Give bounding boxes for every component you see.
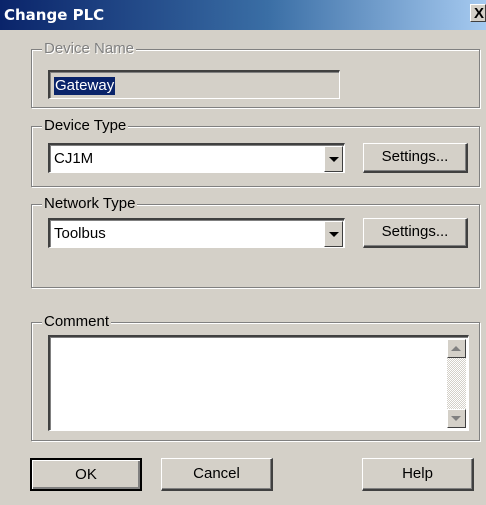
network-type-dropdown-button[interactable] [324, 221, 343, 247]
device-name-group: Device Name Gateway [31, 40, 480, 108]
comment-legend: Comment [42, 313, 112, 331]
ok-button[interactable]: OK [30, 458, 142, 491]
device-name-field[interactable]: Gateway [48, 70, 340, 99]
close-icon: X [474, 5, 485, 22]
device-type-group: Device Type CJ1M Settings... [31, 117, 480, 187]
help-button[interactable]: Help [362, 458, 474, 491]
device-type-value: CJ1M [54, 150, 94, 167]
device-type-legend: Device Type [42, 117, 129, 135]
comment-scrollbar[interactable] [447, 339, 466, 428]
comment-group: Comment [31, 313, 480, 441]
network-type-select[interactable]: Toolbus [48, 218, 345, 248]
network-type-group: Network Type Toolbus Settings... [31, 195, 480, 288]
close-button[interactable]: X [470, 4, 486, 22]
network-type-settings-button[interactable]: Settings... [363, 218, 468, 248]
device-name-value: Gateway [54, 77, 116, 95]
network-type-value: Toolbus [54, 225, 106, 242]
help-label: Help [402, 465, 433, 482]
scroll-up-button[interactable] [447, 339, 466, 358]
device-type-dropdown-button[interactable] [324, 146, 343, 172]
cancel-button[interactable]: Cancel [161, 458, 273, 491]
device-type-settings-label: Settings... [381, 148, 449, 165]
network-type-legend: Network Type [42, 195, 138, 213]
scroll-up-icon [451, 346, 461, 351]
scroll-down-button[interactable] [447, 409, 466, 428]
cancel-label: Cancel [193, 465, 240, 482]
chevron-down-icon [329, 157, 339, 162]
network-type-settings-label: Settings... [381, 223, 449, 240]
device-type-select[interactable]: CJ1M [48, 143, 345, 173]
ok-label: OK [75, 466, 97, 483]
window-title: Change PLC [4, 6, 105, 24]
scroll-down-icon [451, 416, 461, 421]
title-bar[interactable]: Change PLC X [0, 0, 486, 30]
comment-textarea[interactable] [48, 335, 469, 431]
device-type-settings-button[interactable]: Settings... [363, 143, 468, 173]
chevron-down-icon [329, 232, 339, 237]
device-name-legend: Device Name [42, 40, 137, 58]
change-plc-dialog: Change PLC X Device Name Gateway Device … [0, 0, 486, 505]
